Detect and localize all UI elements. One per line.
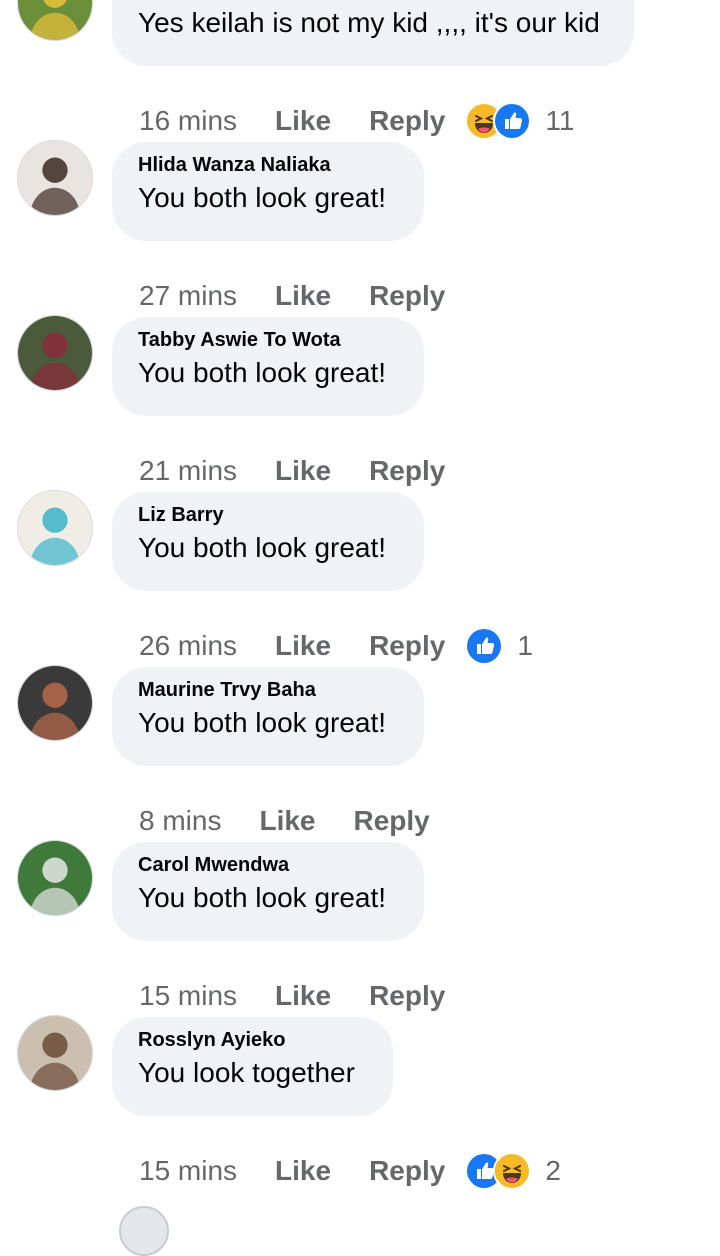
comment-timestamp[interactable]: 27 mins (139, 280, 237, 312)
reactions-summary[interactable]: 1 (465, 627, 533, 665)
comment-bubble: Rosslyn Ayieko You look together (112, 1017, 393, 1116)
comment-bubble: Prisy Awinja Yes keilah is not my kid ,,,… (112, 0, 634, 66)
comment-author[interactable]: Rosslyn Ayieko (138, 1028, 367, 1052)
comment-actions: 21 mins Like Reply (139, 451, 445, 491)
reply-button[interactable]: Reply (369, 980, 445, 1012)
avatar[interactable] (17, 0, 93, 41)
avatar[interactable] (17, 665, 93, 741)
comment-timestamp[interactable]: 16 mins (139, 105, 237, 137)
comment-bubble: Maurine Trvy Baha You both look great! (112, 667, 424, 766)
comment-actions: 16 mins Like Reply 11 (139, 101, 574, 141)
comment-timestamp[interactable]: 8 mins (139, 805, 221, 837)
reply-button[interactable]: Reply (369, 455, 445, 487)
comment-item: Prisy Awinja Yes keilah is not my kid ,,,… (0, 0, 720, 140)
reaction-count: 11 (545, 105, 575, 136)
like-button[interactable]: Like (275, 980, 331, 1012)
comment-author[interactable]: Maurine Trvy Baha (138, 678, 398, 702)
reply-button[interactable]: Reply (354, 805, 430, 837)
reactions-summary[interactable]: 11 (465, 102, 574, 140)
comment-timestamp[interactable]: 15 mins (139, 1155, 237, 1187)
comment-text: You both look great! (138, 532, 387, 563)
comment-actions: 15 mins Like Reply 2 (139, 1151, 561, 1191)
comment-bubble: Hlida Wanza Naliaka You both look great! (112, 142, 424, 241)
comment-text: Yes keilah is not my kid ,,,, it's our k… (138, 7, 600, 38)
like-button[interactable]: Like (275, 455, 331, 487)
avatar[interactable] (17, 1015, 93, 1091)
reply-button[interactable]: Reply (369, 105, 445, 137)
comment-author[interactable]: Liz Barry (138, 503, 398, 527)
like-icon (493, 102, 532, 140)
like-button[interactable]: Like (259, 805, 315, 837)
comment-author[interactable]: Carol Mwendwa (138, 853, 398, 877)
comment-author[interactable]: Prisy Awinja (138, 0, 608, 2)
comment-actions: 26 mins Like Reply 1 (139, 626, 533, 666)
comment-item: Liz Barry You both look great! 26 mins Like… (0, 490, 720, 665)
comment-bubble: Tabby Aswie To Wota You both look great! (112, 317, 424, 416)
reply-button[interactable]: Reply (369, 280, 445, 312)
reaction-count: 2 (545, 1155, 561, 1186)
reply-button[interactable]: Reply (369, 1155, 445, 1187)
avatar[interactable] (119, 1206, 169, 1256)
comment-actions: 27 mins Like Reply (139, 276, 445, 316)
comment-text: You both look great! (138, 882, 387, 913)
comment-item: Maurine Trvy Baha You both look great! 8 m… (0, 665, 720, 840)
like-icon (465, 627, 504, 665)
like-button[interactable]: Like (275, 630, 331, 662)
comments-list: Prisy Awinja Yes keilah is not my kid ,,,… (0, 0, 720, 1222)
avatar[interactable] (17, 315, 93, 391)
comment-author[interactable]: Hlida Wanza Naliaka (138, 153, 398, 177)
comment-bubble: Carol Mwendwa You both look great! (112, 842, 424, 941)
reaction-count: 1 (517, 630, 533, 661)
comment-timestamp[interactable]: 26 mins (139, 630, 237, 662)
comment-actions: 15 mins Like Reply (139, 976, 445, 1016)
comment-actions: 8 mins Like Reply (139, 801, 430, 841)
like-button[interactable]: Like (275, 105, 331, 137)
like-button[interactable]: Like (275, 280, 331, 312)
comment-timestamp[interactable]: 21 mins (139, 455, 237, 487)
comment-timestamp[interactable]: 15 mins (139, 980, 237, 1012)
avatar[interactable] (17, 490, 93, 566)
comment-text: You both look great! (138, 707, 387, 738)
comment-text: You both look great! (138, 182, 387, 213)
comment-item: Hlida Wanza Naliaka You both look great! 2… (0, 140, 720, 315)
comment-item: Rosslyn Ayieko You look together 15 mins Li… (0, 1015, 720, 1190)
comment-author[interactable]: Tabby Aswie To Wota (138, 328, 398, 352)
reply-button[interactable]: Reply (369, 630, 445, 662)
comment-text: You both look great! (138, 357, 387, 388)
avatar[interactable] (17, 840, 93, 916)
reactions-summary[interactable]: 2 (465, 1152, 561, 1190)
like-button[interactable]: Like (275, 1155, 331, 1187)
comment-item: Carol Mwendwa You both look great! 15 mins… (0, 840, 720, 1015)
avatar[interactable] (17, 140, 93, 216)
haha-icon (493, 1152, 532, 1190)
comment-text: You look together (138, 1057, 355, 1088)
comment-bubble: Liz Barry You both look great! (112, 492, 424, 591)
comment-item: Tabby Aswie To Wota You both look great! 2… (0, 315, 720, 490)
